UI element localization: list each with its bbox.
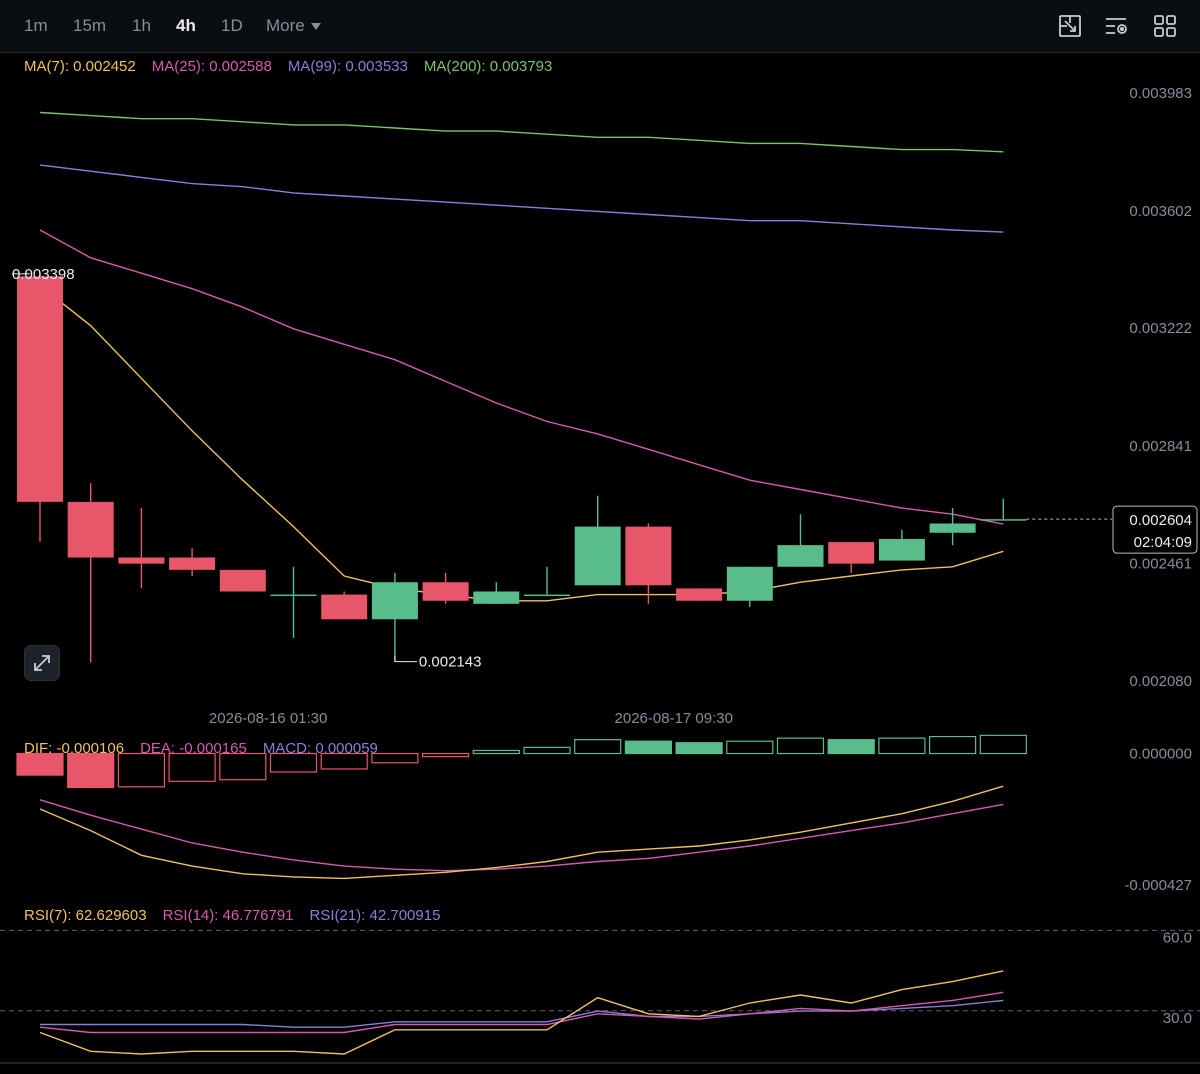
legend-macd: MACD: 0.000059 [262, 740, 378, 757]
ma-legend: MA(7): 0.002452 MA(25): 0.002588 MA(99): 0… [24, 58, 568, 75]
candle-body [473, 591, 520, 604]
candle-body [625, 526, 672, 586]
countdown-label: 02:04:09 [1134, 534, 1192, 551]
macd-histogram-bar [928, 735, 977, 755]
candle-body [524, 594, 570, 597]
rsi-tick-label: 60.0 [1163, 929, 1192, 946]
rsi-pane [0, 929, 1200, 1064]
candle-body [321, 594, 368, 620]
macd-histogram-bar [776, 737, 825, 755]
macd-histogram-bar [219, 752, 267, 781]
legend-ma200: MA(200): 0.003793 [423, 58, 553, 75]
legend-dif: DIF: -0.000106 [24, 740, 125, 757]
macd-histogram-bar [878, 737, 926, 755]
legend-ma7: MA(7): 0.002452 [24, 58, 136, 75]
price-tick-label: 0.003222 [1129, 320, 1192, 337]
low-price-label: 0.002143 [419, 654, 482, 671]
candle-body [777, 545, 824, 567]
candle-body [929, 523, 976, 533]
legend-rsi7: RSI(7): 62.629603 [24, 907, 147, 924]
macd-histogram-bar [472, 749, 520, 755]
price-tick-label: 0.002461 [1129, 555, 1192, 572]
ma99-line [39, 164, 1004, 233]
candle-body [574, 526, 621, 586]
macd-tick-label: 0.000000 [1129, 746, 1192, 763]
rsi14-line [39, 991, 1004, 1034]
price-tick-label: 0.003983 [1129, 85, 1192, 102]
macd-histogram-bar [168, 752, 216, 782]
macd-legend: DIF: -0.000106 DEA: -0.000165 MACD: 0.0000… [24, 740, 394, 757]
macd-histogram-bar [523, 746, 571, 755]
macd-tick-label: -0.000427 [1124, 877, 1192, 894]
rsi7-line [39, 970, 1004, 1055]
macd-dif-line [39, 785, 1004, 880]
macd-histogram-bar [726, 740, 774, 755]
macd-histogram-bar [574, 739, 622, 755]
candle-body [371, 582, 418, 620]
rsi21-line [40, 999, 1004, 1028]
macd-histogram-bar [979, 734, 1027, 755]
expand-icon [34, 655, 50, 671]
candle-body [726, 566, 773, 601]
legend-ma25: MA(25): 0.002588 [151, 58, 272, 75]
candle-body [980, 519, 1027, 521]
ma25-line [39, 229, 1004, 525]
candle-body [118, 557, 165, 564]
high-price-label: 0.003398 [12, 266, 75, 283]
time-axis-label: 2026-08-17 09:30 [615, 710, 733, 727]
price-tick-label: 0.002841 [1129, 438, 1192, 455]
candle-body [270, 594, 317, 597]
price-tick-label: 0.002080 [1129, 673, 1192, 690]
price-tick-label: 0.003602 [1129, 203, 1192, 220]
legend-rsi14: RSI(14): 46.776791 [162, 907, 294, 924]
last-price-label: 0.002604 [1129, 512, 1192, 529]
candle-body [878, 538, 925, 561]
macd-histogram-bar [67, 752, 115, 789]
rsi-tick-label: 30.0 [1163, 1010, 1192, 1027]
legend-rsi21: RSI(21): 42.700915 [309, 907, 441, 924]
macd-histogram-bar [827, 739, 875, 755]
macd-histogram-bar [117, 752, 166, 788]
candle-body [422, 582, 469, 601]
macd-histogram-bar [624, 740, 673, 755]
candle-body [828, 542, 875, 564]
legend-dea: DEA: -0.000165 [140, 740, 247, 757]
macd-histogram-bar [675, 742, 723, 755]
time-axis-label: 2026-08-16 01:30 [209, 710, 327, 727]
price-axis: 0.003983 0.003602 0.003222 0.002841 0.002461… [1112, 85, 1198, 1027]
candle-body [219, 569, 266, 592]
ma200-line [39, 111, 1004, 153]
macd-histogram-bar [422, 752, 470, 758]
low-marker-line [394, 655, 417, 663]
candle-body [169, 557, 216, 570]
legend-ma99: MA(99): 0.003533 [287, 58, 408, 75]
candle-body [67, 501, 114, 558]
macd-dea-line [39, 799, 1004, 872]
candle-body [676, 588, 723, 601]
rsi-legend: RSI(7): 62.629603 RSI(14): 46.776791 RSI(2… [24, 907, 456, 924]
fullscreen-button[interactable] [24, 645, 60, 681]
candle-body [17, 276, 63, 502]
main-pane: 0.003398 0.002143 2026-08-16 01:30 2026-08-… [12, 111, 1112, 727]
